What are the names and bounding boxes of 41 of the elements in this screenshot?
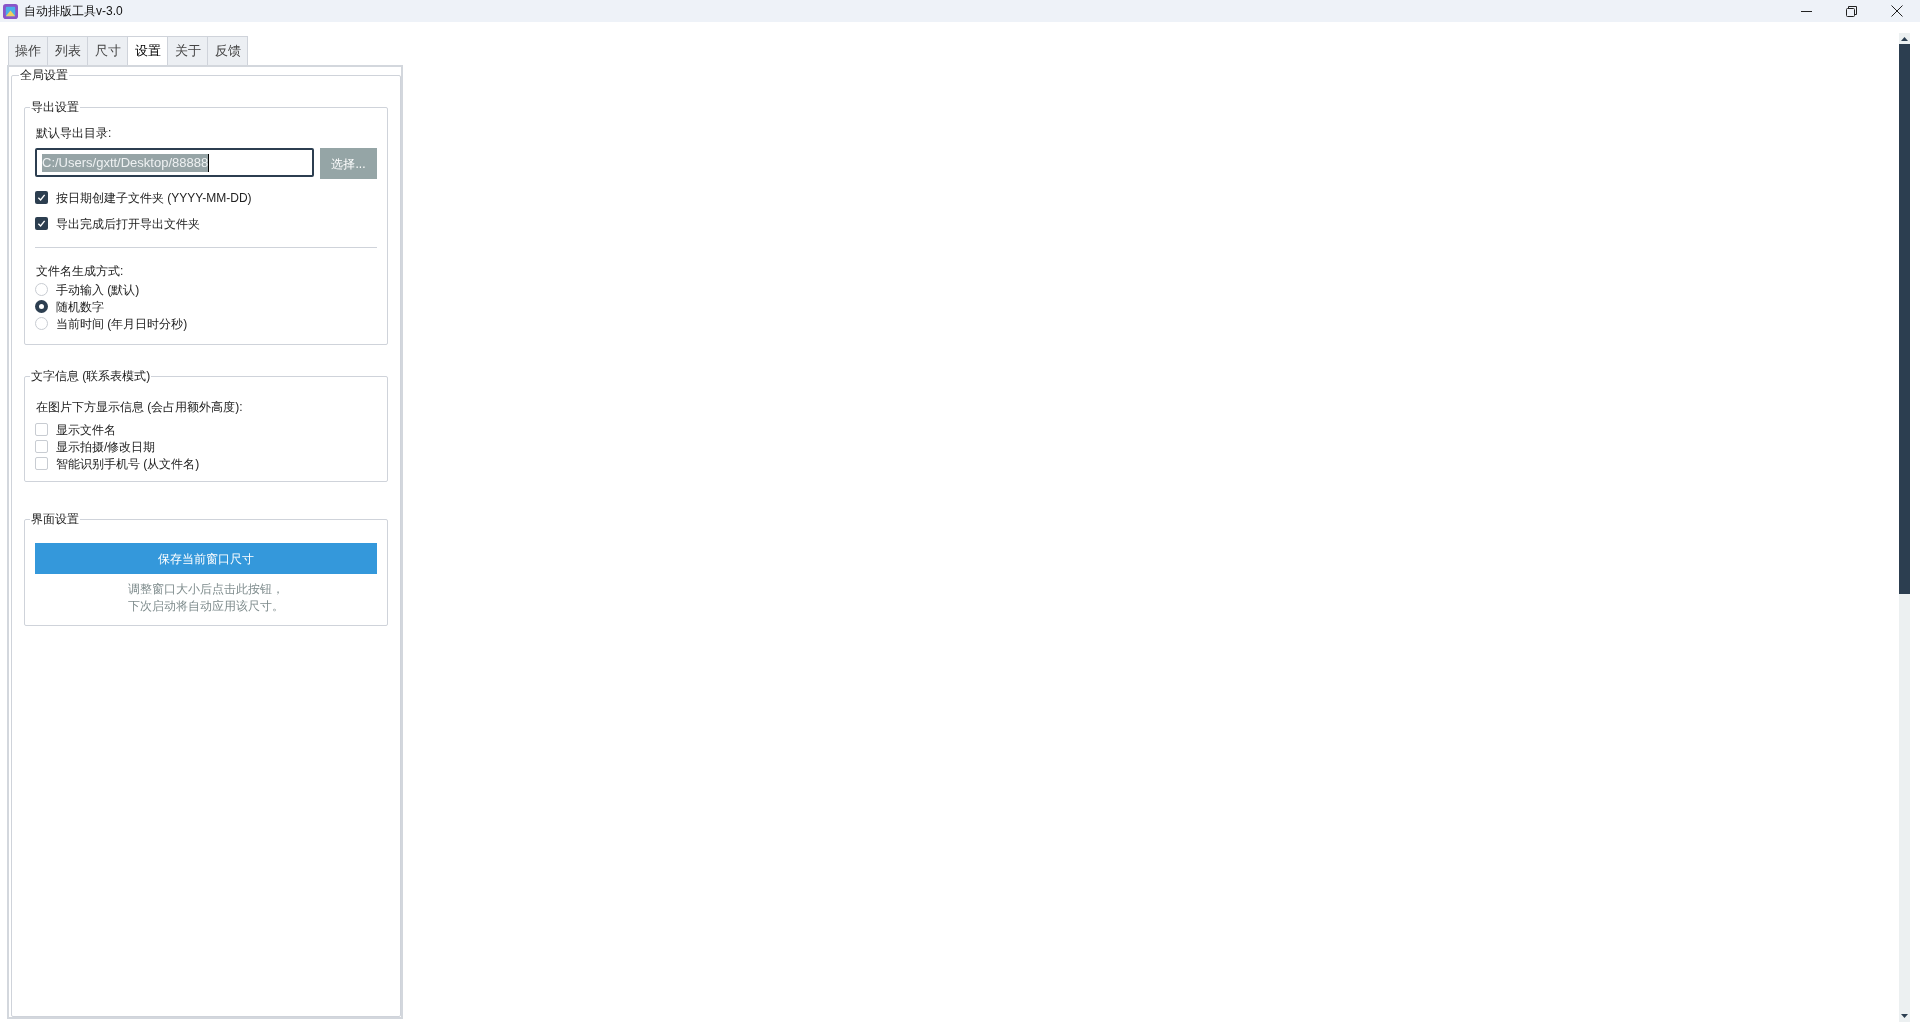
radio-label: 手动输入 (默认) [56, 283, 140, 296]
group-title: 全局设置 [19, 69, 69, 81]
radio-button[interactable] [35, 283, 48, 296]
tab[interactable]: 列表 [48, 36, 88, 65]
scrollbar-thumb[interactable] [1899, 44, 1910, 594]
checkbox-label: 按日期创建子文件夹 (YYYY-MM-DD) [56, 191, 252, 204]
radio-label: 随机数字 [56, 300, 104, 313]
radio-label: 当前时间 (年月日时分秒) [56, 317, 188, 330]
field-label: 文件名生成方式: [36, 263, 125, 280]
tab[interactable]: 尺寸 [88, 36, 128, 65]
checkbox-label: 显示拍摄/修改日期 [56, 440, 156, 453]
scroll-up-icon[interactable] [1901, 37, 1908, 41]
close-icon[interactable] [1891, 5, 1903, 17]
scroll-down-icon[interactable] [1901, 1014, 1908, 1018]
tab[interactable]: 设置 [128, 36, 168, 65]
checkbox-label: 导出完成后打开导出文件夹 [56, 217, 200, 230]
checkbox-label: 显示文件名 [56, 423, 116, 436]
checkbox[interactable] [35, 440, 48, 453]
app-icon [3, 3, 18, 19]
group-title: 文字信息 (联系表模式) [30, 370, 152, 382]
check-icon [37, 219, 46, 228]
checkbox[interactable] [35, 217, 48, 230]
scrollbar[interactable] [1899, 33, 1910, 1022]
check-icon [37, 193, 46, 202]
radio-button[interactable] [35, 317, 48, 330]
tab[interactable]: 反馈 [208, 36, 248, 65]
hint-text: 下次启动将自动应用该尺寸。 [128, 598, 284, 615]
tab[interactable]: 操作 [8, 36, 48, 65]
checkbox[interactable] [35, 191, 48, 204]
tab[interactable]: 关于 [168, 36, 208, 65]
window-title: 自动排版工具v-3.0 [24, 3, 123, 20]
field-label: 默认导出目录: [36, 125, 113, 142]
group-title: 导出设置 [30, 101, 80, 113]
restore-icon[interactable] [1846, 5, 1857, 17]
group-title: 界面设置 [30, 513, 80, 525]
checkbox[interactable] [35, 423, 48, 436]
checkbox-label: 智能识别手机号 (从文件名) [56, 457, 200, 470]
hint-text: 调整窗口大小后点击此按钮， [128, 581, 284, 598]
field-label: 在图片下方显示信息 (会占用额外高度): [36, 399, 244, 416]
radio-button[interactable] [35, 300, 48, 313]
checkbox[interactable] [35, 457, 48, 470]
